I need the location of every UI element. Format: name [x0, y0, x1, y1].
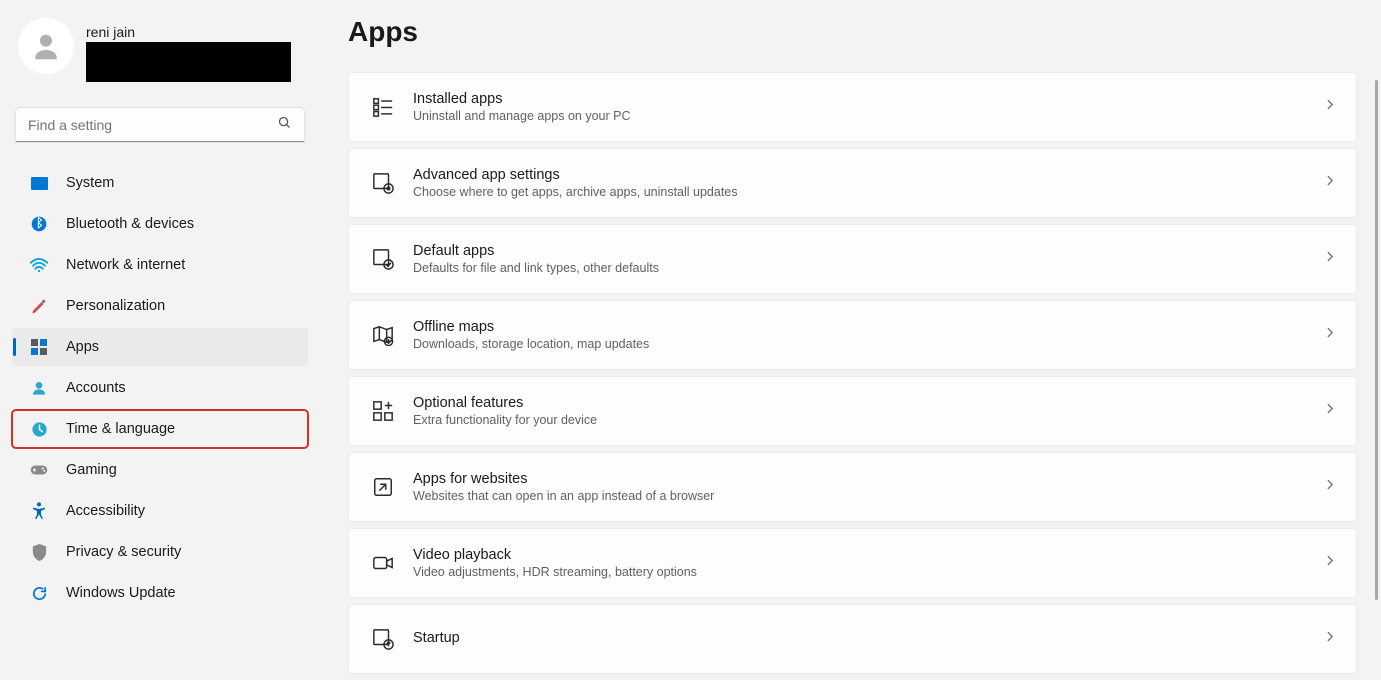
default-apps-icon	[363, 239, 403, 279]
windows-update-icon	[30, 584, 48, 602]
card-desc: Defaults for file and link types, other …	[413, 261, 1323, 275]
chevron-right-icon	[1323, 630, 1336, 648]
card-body: Installed apps Uninstall and manage apps…	[413, 91, 1323, 123]
chevron-right-icon	[1323, 554, 1336, 572]
installed-apps-icon	[363, 87, 403, 127]
card-title: Installed apps	[413, 91, 1323, 107]
sidebar-item-label: System	[66, 175, 114, 191]
sidebar-item-windows-update[interactable]: Windows Update	[12, 574, 308, 612]
card-default-apps[interactable]: Default apps Defaults for file and link …	[348, 224, 1357, 294]
profile-name: reni jain	[86, 24, 291, 40]
avatar	[18, 18, 74, 74]
time-language-icon	[30, 420, 48, 438]
search-input[interactable]	[16, 108, 304, 142]
system-icon	[30, 174, 48, 192]
chevron-right-icon	[1323, 250, 1336, 268]
card-title: Offline maps	[413, 319, 1323, 335]
card-body: Startup	[413, 630, 1323, 648]
card-desc: Websites that can open in an app instead…	[413, 489, 1323, 503]
sidebar: reni jain System Bluetooth & devices Net	[0, 0, 320, 680]
card-advanced-app-settings[interactable]: Advanced app settings Choose where to ge…	[348, 148, 1357, 218]
card-title: Optional features	[413, 395, 1323, 411]
profile-email-redacted	[86, 42, 291, 82]
sidebar-item-system[interactable]: System	[12, 164, 308, 202]
sidebar-item-personalization[interactable]: Personalization	[12, 287, 308, 325]
sidebar-item-label: Accounts	[66, 380, 126, 396]
card-desc: Downloads, storage location, map updates	[413, 337, 1323, 351]
sidebar-item-accounts[interactable]: Accounts	[12, 369, 308, 407]
accessibility-icon	[30, 502, 48, 520]
sidebar-item-label: Accessibility	[66, 503, 145, 519]
page-title: Apps	[348, 16, 1357, 48]
card-body: Default apps Defaults for file and link …	[413, 243, 1323, 275]
card-title: Default apps	[413, 243, 1323, 259]
optional-features-icon	[363, 391, 403, 431]
sidebar-item-label: Apps	[66, 339, 99, 355]
search-icon[interactable]	[277, 115, 292, 135]
card-title: Video playback	[413, 547, 1323, 563]
card-startup[interactable]: Startup	[348, 604, 1357, 674]
card-desc: Extra functionality for your device	[413, 413, 1323, 427]
sidebar-item-network[interactable]: Network & internet	[12, 246, 308, 284]
card-title: Startup	[413, 630, 1323, 646]
profile-info: reni jain	[86, 18, 291, 82]
card-body: Optional features Extra functionality fo…	[413, 395, 1323, 427]
card-body: Video playback Video adjustments, HDR st…	[413, 547, 1323, 579]
card-body: Offline maps Downloads, storage location…	[413, 319, 1323, 351]
nav-list: System Bluetooth & devices Network & int…	[8, 164, 312, 612]
offline-maps-icon	[363, 315, 403, 355]
sidebar-item-label: Privacy & security	[66, 544, 181, 560]
sidebar-item-time-language[interactable]: Time & language	[12, 410, 308, 448]
bluetooth-icon	[30, 215, 48, 233]
card-offline-maps[interactable]: Offline maps Downloads, storage location…	[348, 300, 1357, 370]
gaming-icon	[30, 461, 48, 479]
video-playback-icon	[363, 543, 403, 583]
sidebar-item-label: Network & internet	[66, 257, 185, 273]
card-optional-features[interactable]: Optional features Extra functionality fo…	[348, 376, 1357, 446]
sidebar-item-bluetooth[interactable]: Bluetooth & devices	[12, 205, 308, 243]
sidebar-item-label: Gaming	[66, 462, 117, 478]
sidebar-item-label: Bluetooth & devices	[66, 216, 194, 232]
sidebar-item-accessibility[interactable]: Accessibility	[12, 492, 308, 530]
personalization-icon	[30, 297, 48, 315]
search-container	[16, 108, 304, 142]
card-title: Advanced app settings	[413, 167, 1323, 183]
accounts-icon	[30, 379, 48, 397]
apps-for-websites-icon	[363, 467, 403, 507]
sidebar-item-label: Windows Update	[66, 585, 176, 601]
card-desc: Video adjustments, HDR streaming, batter…	[413, 565, 1323, 579]
network-icon	[30, 256, 48, 274]
sidebar-item-label: Personalization	[66, 298, 165, 314]
card-title: Apps for websites	[413, 471, 1323, 487]
privacy-icon	[30, 543, 48, 561]
sidebar-item-apps[interactable]: Apps	[12, 328, 308, 366]
card-desc: Uninstall and manage apps on your PC	[413, 109, 1323, 123]
main-content: Apps Installed apps Uninstall and manage…	[320, 0, 1381, 680]
chevron-right-icon	[1323, 402, 1336, 420]
advanced-app-settings-icon	[363, 163, 403, 203]
card-apps-for-websites[interactable]: Apps for websites Websites that can open…	[348, 452, 1357, 522]
card-installed-apps[interactable]: Installed apps Uninstall and manage apps…	[348, 72, 1357, 142]
card-body: Advanced app settings Choose where to ge…	[413, 167, 1323, 199]
chevron-right-icon	[1323, 478, 1336, 496]
sidebar-item-privacy[interactable]: Privacy & security	[12, 533, 308, 571]
chevron-right-icon	[1323, 174, 1336, 192]
card-desc: Choose where to get apps, archive apps, …	[413, 185, 1323, 199]
startup-icon	[363, 619, 403, 659]
apps-icon	[30, 338, 48, 356]
chevron-right-icon	[1323, 98, 1336, 116]
sidebar-item-gaming[interactable]: Gaming	[12, 451, 308, 489]
card-video-playback[interactable]: Video playback Video adjustments, HDR st…	[348, 528, 1357, 598]
sidebar-item-label: Time & language	[66, 421, 175, 437]
chevron-right-icon	[1323, 326, 1336, 344]
scrollbar[interactable]	[1375, 80, 1378, 600]
profile-block[interactable]: reni jain	[8, 10, 312, 90]
card-body: Apps for websites Websites that can open…	[413, 471, 1323, 503]
